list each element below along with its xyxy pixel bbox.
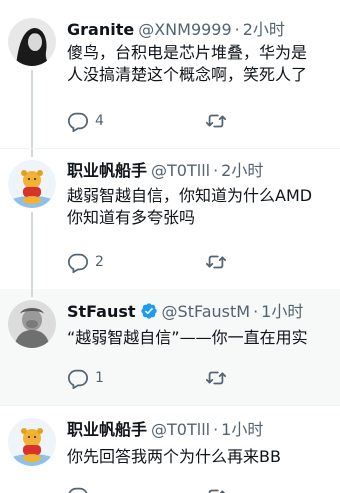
display-name[interactable]: 职业帆船手 [67, 161, 147, 180]
tweet-actions [67, 485, 267, 493]
reply-icon [68, 487, 88, 493]
reply-count: 2 [95, 254, 104, 270]
tweet-text-line: 你知道有多夸张吗 [67, 208, 196, 227]
tweet-3[interactable]: StFaust @StFaustM · 1小时 “越弱智越自信”——你一直在用实 1 [0, 289, 340, 405]
tweet-2[interactable]: 职业帆船手 @T0Tlll · 2小时 越弱智越自信，你知道为什么AMD 你知道有多夸… [0, 149, 340, 289]
reply-button[interactable] [67, 485, 89, 493]
winnie-avatar-image [8, 418, 56, 466]
user-handle[interactable]: @XNM9999 [138, 20, 231, 39]
tweet-header: 职业帆船手 @T0Tlll · 2小时 [67, 161, 263, 181]
winnie-avatar-image [8, 160, 56, 208]
reply-icon [67, 253, 89, 273]
tweet-header: StFaust @StFaustM · 1小时 [67, 302, 303, 322]
retweet-button[interactable] [205, 367, 227, 389]
separator-dot: · [253, 302, 259, 321]
thread-line [31, 212, 33, 289]
timestamp[interactable]: 2小时 [243, 20, 285, 39]
tweet-text-line: 傻鸟，台积电是芯片堆叠，华为是 [67, 43, 308, 62]
reply-icon [67, 112, 89, 132]
thread-line [31, 70, 33, 148]
separator-dot: · [234, 20, 240, 39]
separator-dot: · [213, 161, 219, 180]
tweet-header: Granite @XNM9999 · 2小时 [67, 20, 285, 40]
tweet-actions: 4 [67, 110, 267, 132]
retweet-icon [205, 114, 227, 128]
tweet-text-line: 人没搞清楚这个概念啊，笑死人了 [67, 65, 308, 84]
avatar[interactable] [8, 18, 56, 66]
display-name[interactable]: StFaust [67, 302, 136, 321]
user-handle[interactable]: @T0Tlll [151, 420, 210, 439]
tweet-text-line: 越弱智越自信，你知道为什么AMD [67, 186, 313, 205]
timestamp[interactable]: 1小时 [221, 420, 263, 439]
tweet-1[interactable]: Granite @XNM9999 · 2小时 傻鸟，台积电是芯片堆叠，华为是 人没搞清… [0, 0, 340, 148]
user-handle[interactable]: @StFaustM [162, 302, 251, 321]
reply-button[interactable]: 4 [67, 110, 104, 132]
retweet-button[interactable] [205, 251, 227, 273]
display-name[interactable]: Granite [67, 20, 134, 39]
tweet-actions: 2 [67, 251, 267, 273]
tweet-actions: 1 [67, 367, 267, 389]
retweet-button[interactable] [205, 110, 227, 132]
user-handle[interactable]: @T0Tlll [151, 161, 210, 180]
reply-button[interactable]: 2 [67, 251, 104, 273]
reply-icon [67, 369, 89, 389]
tweet-header: 职业帆船手 @T0Tlll · 1小时 [67, 420, 263, 440]
reply-count: 4 [95, 113, 104, 129]
retweet-button[interactable] [205, 485, 227, 493]
display-name[interactable]: 职业帆船手 [67, 420, 147, 439]
tweet-text: 越弱智越自信，你知道为什么AMD 你知道有多夸张吗 [67, 185, 312, 229]
avatar[interactable] [8, 418, 56, 466]
timestamp[interactable]: 2小时 [221, 161, 263, 180]
avatar[interactable] [8, 300, 56, 348]
avatar[interactable] [8, 160, 56, 208]
tweet-text: 傻鸟，台积电是芯片堆叠，华为是 人没搞清楚这个概念啊，笑死人了 [67, 42, 307, 86]
reply-count: 1 [95, 370, 104, 386]
retweet-icon [205, 371, 227, 385]
timestamp[interactable]: 1小时 [261, 302, 303, 321]
retweet-icon [208, 489, 226, 493]
separator-dot: · [213, 420, 219, 439]
reply-button[interactable]: 1 [67, 367, 104, 389]
retweet-icon [205, 255, 227, 269]
statue-avatar-image [8, 300, 56, 348]
avatar-image [8, 18, 56, 66]
verified-badge-icon [140, 303, 157, 319]
tweet-text: 你先回答我两个为什么再来BB [67, 446, 281, 468]
tweet-text: “越弱智越自信”——你一直在用实 [67, 327, 308, 349]
thread-line [31, 289, 33, 297]
tweet-text-line: 你先回答我两个为什么再来BB [67, 447, 281, 466]
tweet-text-line: “越弱智越自信”——你一直在用实 [67, 328, 308, 347]
thread-line [31, 149, 33, 157]
tweet-4[interactable]: 职业帆船手 @T0Tlll · 1小时 你先回答我两个为什么再来BB [0, 406, 340, 493]
